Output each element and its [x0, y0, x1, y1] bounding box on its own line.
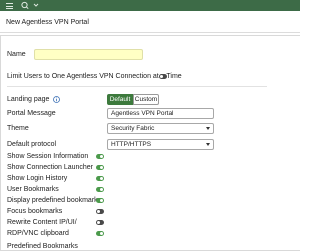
toggle-login-history[interactable]: [96, 176, 104, 181]
toggle-predefined-bookmarks[interactable]: [96, 198, 104, 203]
limit-users-label: Limit Users to One Agentless VPN Connect…: [7, 73, 182, 80]
landing-page-custom-button[interactable]: Custom: [133, 94, 159, 105]
section-divider: [7, 86, 267, 87]
dropdown-caret-icon: [206, 143, 210, 146]
limit-users-toggle[interactable]: [159, 74, 167, 79]
toggle-label-rdp-vnc-clipboard: RDP/VNC clipboard: [7, 230, 69, 237]
theme-label: Theme: [7, 125, 29, 132]
toggle-label-session-info: Show Session Information: [7, 153, 89, 160]
page-title: New Agentless VPN Portal: [6, 19, 89, 26]
theme-select[interactable]: Security Fabric: [107, 123, 214, 134]
dropdown-caret-icon: [206, 127, 210, 130]
portal-message-label: Portal Message: [7, 110, 56, 117]
toggle-connection-launcher[interactable]: [96, 165, 104, 170]
chevron-down-icon[interactable]: [33, 2, 39, 8]
toggle-label-login-history: Show Login History: [7, 175, 68, 182]
toggle-user-bookmarks[interactable]: [96, 187, 104, 192]
predefined-bookmarks-heading: Predefined Bookmarks: [7, 243, 78, 250]
toggle-label-connection-launcher: Show Connection Launcher: [7, 164, 94, 171]
portal-message-input[interactable]: Agentless VPN Portal: [107, 108, 214, 119]
theme-value: Security Fabric: [111, 125, 155, 132]
default-protocol-label: Default protocol: [7, 141, 57, 148]
landing-page-label: Landing page: [7, 96, 50, 103]
portal-form: Name Limit Users to One Agentless VPN Co…: [0, 35, 300, 251]
default-protocol-value: HTTP/HTTPS: [111, 141, 152, 148]
portal-message-value: Agentless VPN Portal: [111, 110, 174, 117]
toggle-rewrite-content[interactable]: [96, 220, 104, 225]
landing-page-default-button[interactable]: Default: [107, 94, 133, 105]
name-label: Name: [7, 51, 26, 58]
toggle-label-predefined-bookmarks: Display predefined bookmarks: [7, 197, 102, 204]
toggle-focus-bookmarks[interactable]: [96, 209, 104, 214]
top-bar: [0, 0, 300, 11]
page-header: New Agentless VPN Portal: [0, 11, 300, 33]
default-protocol-select[interactable]: HTTP/HTTPS: [107, 139, 214, 150]
hamburger-menu-icon[interactable]: [6, 3, 13, 9]
toggle-session-info[interactable]: [96, 154, 104, 159]
toggle-label-user-bookmarks: User Bookmarks: [7, 186, 59, 193]
name-input[interactable]: [34, 49, 143, 60]
info-icon[interactable]: [53, 96, 60, 103]
search-icon[interactable]: [20, 1, 32, 10]
toggle-label-focus-bookmarks: Focus bookmarks: [7, 208, 63, 215]
toggle-rdp-vnc-clipboard[interactable]: [96, 231, 104, 236]
toggle-label-rewrite-content: Rewrite Content IP/UI/: [7, 219, 77, 226]
